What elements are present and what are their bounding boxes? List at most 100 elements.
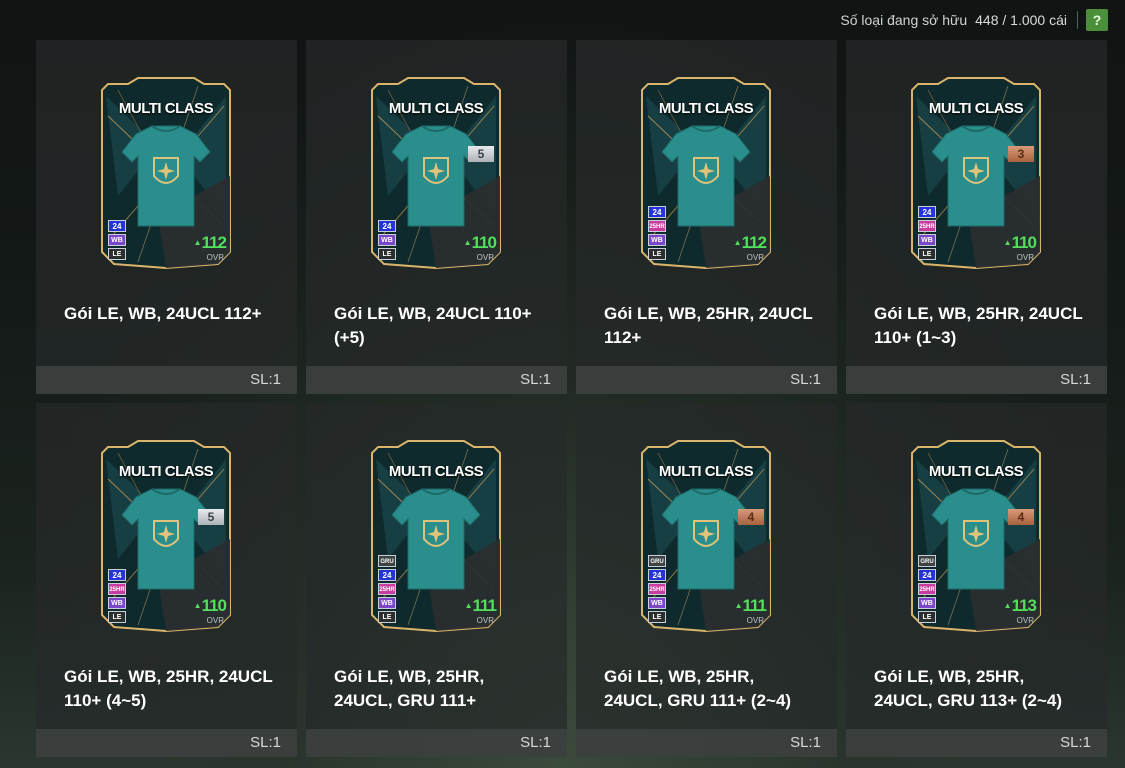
badge-wb: WB: [918, 234, 936, 246]
position-badges: 24 25HR WB LE: [648, 206, 666, 260]
badge-wb: WB: [918, 597, 936, 609]
card-title: MULTI CLASS: [928, 463, 1024, 480]
pack-name: Gói LE, WB, 24UCL 110+ (+5): [334, 304, 532, 347]
tile-footer: SL:1: [36, 366, 297, 394]
quantity-label: SL:1: [250, 734, 281, 751]
multi-class-card: MULTI CLASS GRU 24 25HR WB LE 111 OVR: [368, 439, 504, 633]
pack-name: Gói LE, WB, 25HR, 24UCL, GRU 111+ (2~4): [604, 667, 792, 710]
tile-footer: SL:1: [576, 729, 837, 757]
card-title: MULTI CLASS: [388, 100, 484, 117]
quantity-label: SL:1: [790, 371, 821, 388]
pack-tile[interactable]: MULTI CLASS 4 GRU 24 25HR WB LE 113 OVR Gói …: [846, 403, 1107, 757]
badge-gru: GRU: [648, 555, 666, 567]
pack-tile[interactable]: MULTI CLASS 4 GRU 24 25HR WB LE 111 OVR Gói …: [576, 403, 837, 757]
position-badges: GRU 24 25HR WB LE: [378, 555, 396, 623]
tile-footer: SL:1: [306, 366, 567, 394]
badge-le: LE: [378, 248, 396, 260]
badge-wb: WB: [648, 234, 666, 246]
badge-24: 24: [108, 220, 126, 232]
ovr-value: 112: [734, 233, 767, 253]
level-badge: 5: [468, 146, 494, 162]
badge-wb: WB: [108, 234, 126, 246]
level-badge: 4: [1008, 509, 1034, 525]
tile-footer: SL:1: [846, 366, 1107, 394]
ownership-count: 448 / 1.000 cái: [975, 12, 1067, 28]
ovr-label: OVR: [746, 253, 764, 262]
ovr-label: OVR: [746, 616, 764, 625]
badge-24: 24: [648, 569, 666, 581]
badge-wb: WB: [378, 234, 396, 246]
card-title: MULTI CLASS: [118, 463, 214, 480]
ovr-label: OVR: [1016, 253, 1034, 262]
badge-24: 24: [918, 206, 936, 218]
badge-le: LE: [918, 248, 936, 260]
ovr-value: 110: [1004, 233, 1037, 253]
pack-name: Gói LE, WB, 25HR, 24UCL 110+ (4~5): [64, 667, 273, 710]
card-title: MULTI CLASS: [928, 100, 1024, 117]
badge-gru: GRU: [918, 555, 936, 567]
multi-class-card: MULTI CLASS 4 GRU 24 25HR WB LE 111 OVR: [638, 439, 774, 633]
badge-24: 24: [378, 220, 396, 232]
level-badge: 3: [1008, 146, 1034, 162]
badge-gru: GRU: [378, 555, 396, 567]
ovr-value: 111: [465, 596, 498, 616]
badge-25hr: 25HR: [378, 583, 396, 595]
ovr-value: 110: [464, 233, 497, 253]
ovr-value: 112: [194, 233, 227, 253]
card-title: MULTI CLASS: [658, 100, 754, 117]
pack-name: Gói LE, WB, 25HR, 24UCL, GRU 111+: [334, 667, 485, 710]
ovr-label: OVR: [476, 253, 494, 262]
pack-name: Gói LE, WB, 24UCL 112+: [64, 304, 262, 323]
badge-24: 24: [378, 569, 396, 581]
quantity-label: SL:1: [250, 371, 281, 388]
pack-tile[interactable]: MULTI CLASS 24 25HR WB LE 112 OVR Gói LE, W…: [576, 40, 837, 394]
badge-25hr: 25HR: [108, 583, 126, 595]
badge-le: LE: [378, 611, 396, 623]
card-title: MULTI CLASS: [658, 463, 754, 480]
tile-footer: SL:1: [36, 729, 297, 757]
pack-tile[interactable]: MULTI CLASS 24 WB LE 112 OVR Gói LE, WB, 2…: [36, 40, 297, 394]
ovr-label: OVR: [206, 616, 224, 625]
position-badges: 24 25HR WB LE: [108, 569, 126, 623]
badge-24: 24: [648, 206, 666, 218]
divider: [1077, 11, 1078, 29]
ovr-label: OVR: [476, 616, 494, 625]
tile-footer: SL:1: [306, 729, 567, 757]
pack-tile[interactable]: MULTI CLASS 5 24 25HR WB LE 110 OVR Gói LE,…: [36, 403, 297, 757]
card-title: MULTI CLASS: [388, 463, 484, 480]
badge-25hr: 25HR: [648, 220, 666, 232]
level-badge: 5: [198, 509, 224, 525]
badge-le: LE: [108, 611, 126, 623]
tile-footer: SL:1: [576, 366, 837, 394]
quantity-label: SL:1: [1060, 371, 1091, 388]
position-badges: 24 25HR WB LE: [918, 206, 936, 260]
quantity-label: SL:1: [1060, 734, 1091, 751]
help-button[interactable]: ?: [1086, 9, 1108, 31]
badge-25hr: 25HR: [648, 583, 666, 595]
pack-name: Gói LE, WB, 25HR, 24UCL, GRU 113+ (2~4): [874, 667, 1063, 710]
ovr-value: 111: [735, 596, 768, 616]
position-badges: GRU 24 25HR WB LE: [918, 555, 936, 623]
pack-name: Gói LE, WB, 25HR, 24UCL 110+ (1~3): [874, 304, 1083, 347]
badge-le: LE: [648, 611, 666, 623]
ovr-label: OVR: [1016, 616, 1034, 625]
level-badge: 4: [738, 509, 764, 525]
quantity-label: SL:1: [520, 734, 551, 751]
badge-25hr: 25HR: [918, 583, 936, 595]
badge-le: LE: [918, 611, 936, 623]
ovr-value: 113: [1004, 596, 1037, 616]
multi-class-card: MULTI CLASS 24 25HR WB LE 112 OVR: [638, 76, 774, 270]
pack-tile[interactable]: MULTI CLASS 5 24 WB LE 110 OVR Gói LE, WB,…: [306, 40, 567, 394]
badge-24: 24: [918, 569, 936, 581]
pack-tile[interactable]: MULTI CLASS GRU 24 25HR WB LE 111 OVR Gói LE…: [306, 403, 567, 757]
badge-25hr: 25HR: [918, 220, 936, 232]
ovr-value: 110: [194, 596, 227, 616]
ownership-bar: Số loại đang sở hữu 448 / 1.000 cái ?: [840, 8, 1108, 32]
pack-tile[interactable]: MULTI CLASS 3 24 25HR WB LE 110 OVR Gói LE,…: [846, 40, 1107, 394]
badge-wb: WB: [648, 597, 666, 609]
badge-le: LE: [108, 248, 126, 260]
position-badges: 24 WB LE: [378, 220, 396, 260]
tile-footer: SL:1: [846, 729, 1107, 757]
ownership-label: Số loại đang sở hữu: [840, 12, 968, 28]
multi-class-card: MULTI CLASS 24 WB LE 112 OVR: [98, 76, 234, 270]
